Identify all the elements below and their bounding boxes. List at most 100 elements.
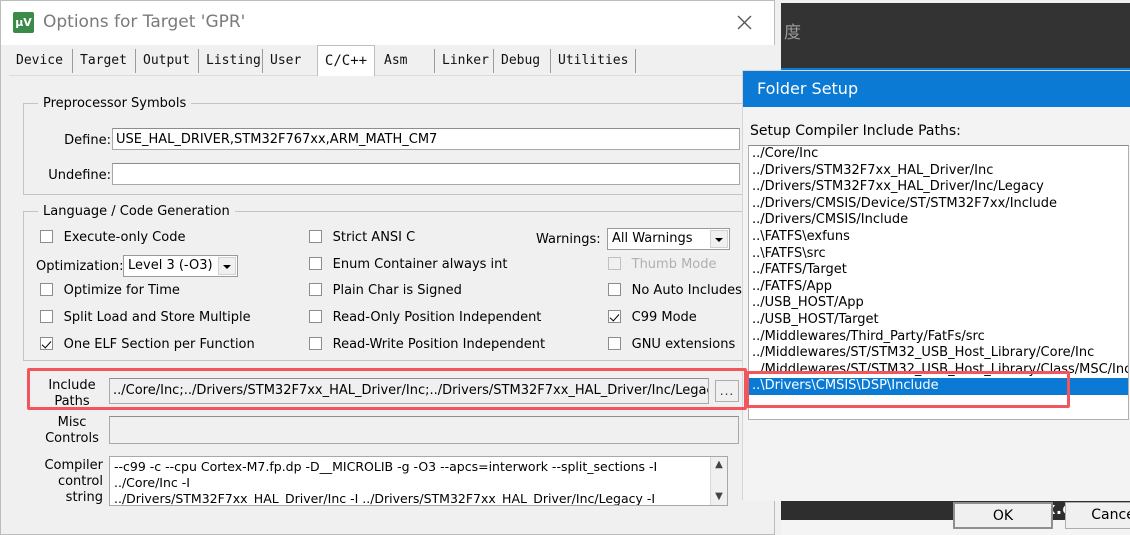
chevron-down-icon[interactable] [218,257,236,275]
checkbox-gnu-extensions[interactable]: GNU extensions [608,336,735,356]
list-item[interactable]: ../Core/Inc [749,146,1128,163]
checkbox-label: Optimize for Time [63,283,180,298]
preprocessor-symbols-legend: Preprocessor Symbols [38,96,192,111]
list-item[interactable]: ../Middlewares/Third_Party/FatFs/src [749,329,1128,346]
undefine-label: Undefine: [48,168,111,183]
list-item[interactable]: ../FATFS/Target [749,262,1128,279]
warnings-label: Warnings: [536,232,601,247]
compiler-control-string-textarea[interactable]: --c99 -c --cpu Cortex-M7.fp.dp -D__MICRO… [109,456,728,506]
tab-asm[interactable]: Asm [377,49,435,73]
list-item[interactable]: ..\FATFS\src [749,246,1128,263]
define-input[interactable]: USE_HAL_DRIVER,STM32F767xx,ARM_MATH_CM7 [112,128,740,150]
checkbox-execute-only-code[interactable]: Execute-only Code [40,229,185,249]
tab-output[interactable]: Output [136,49,199,73]
checkbox-one-elf-section-per-function[interactable]: One ELF Section per Function [40,336,255,356]
folder-setup-body: Setup Compiler Include Paths: ../Core/In… [743,107,1130,529]
warnings-select[interactable]: All Warnings [607,228,730,250]
checkbox-label: Read-Only Position Independent [332,310,542,325]
options-for-target-window: µV Options for Target 'GPR' Device Targe… [0,0,776,535]
compiler-control-string-line1: --c99 -c --cpu Cortex-M7.fp.dp -D__MICRO… [114,459,658,490]
tab-device[interactable]: Device [9,49,73,73]
checkbox-label: One ELF Section per Function [63,337,255,352]
checkbox-read-write-position-independent[interactable]: Read-Write Position Independent [309,336,545,356]
checkbox-label: Enum Container always int [332,257,508,272]
checkbox-box[interactable] [309,230,322,243]
checkbox-label: GNU extensions [631,337,736,352]
checkbox-label: Read-Write Position Independent [332,337,546,352]
include-paths-label-line2: Paths [54,394,90,409]
checkbox-box[interactable] [608,337,621,350]
checkbox-box[interactable] [608,283,621,296]
compiler-control-string-label-line2: control [57,474,103,489]
tab-underline [9,75,768,76]
chevron-down-icon[interactable] [710,230,728,248]
compiler-control-string-label-line3: string [65,490,103,505]
folder-setup-title: Folder Setup [757,79,859,98]
list-item-selected[interactable]: ..\Drivers\CMSIS\DSP\Include [749,378,1128,395]
list-item[interactable]: ../Drivers/CMSIS/Include [749,212,1128,229]
scroll-down-icon[interactable]: ▼ [711,489,727,505]
language-code-generation-legend: Language / Code Generation [38,204,235,219]
list-item[interactable]: ../Drivers/STM32F7xx_HAL_Driver/Inc [749,163,1128,180]
tab-utilities[interactable]: Utilities [551,49,636,73]
tab-user[interactable]: User [263,49,320,73]
optimization-value: Level 3 (-O3) [128,258,213,273]
checkbox-box[interactable] [40,310,53,323]
optimization-select[interactable]: Level 3 (-O3) [123,255,238,277]
checkbox-box[interactable] [309,337,322,350]
checkbox-plain-char-is-signed[interactable]: Plain Char is Signed [309,282,462,302]
list-item[interactable]: ../FATFS/App [749,279,1128,296]
checkbox-box[interactable] [608,310,621,323]
checkbox-label: Thumb Mode [631,257,717,272]
checkbox-box[interactable] [40,230,53,243]
list-item[interactable]: ..\FATFS\exfuns [749,229,1128,246]
scroll-up-icon[interactable]: ▲ [711,457,727,473]
checkbox-label: Split Load and Store Multiple [63,310,251,325]
list-item[interactable]: ../Drivers/STM32F7xx_HAL_Driver/Inc/Lega… [749,179,1128,196]
checkbox-box[interactable] [309,310,322,323]
tab-linker[interactable]: Linker [435,49,494,73]
tab-listing[interactable]: Listing [199,49,263,73]
include-paths-browse-button[interactable]: ... [715,380,739,402]
checkbox-box[interactable] [40,283,53,296]
checkbox-enum-container-always-int[interactable]: Enum Container always int [309,256,508,276]
checkbox-read-only-position-independent[interactable]: Read-Only Position Independent [309,309,541,329]
checkbox-strict-ansi-c[interactable]: Strict ANSI C [309,229,415,249]
checkbox-box[interactable] [309,283,322,296]
warnings-value: All Warnings [612,231,693,246]
checkbox-label: C99 Mode [631,310,697,325]
compiler-control-string-label-line1: Compiler [44,458,103,473]
tab-debug[interactable]: Debug [494,49,551,73]
misc-controls-input[interactable] [109,416,739,444]
compiler-control-string-scrollbar[interactable]: ▲ ▼ [710,457,727,505]
define-label: Define: [64,133,111,148]
checkbox-box[interactable] [40,337,53,350]
list-item[interactable]: ../Middlewares/ST/STM32_USB_Host_Library… [749,362,1128,379]
undefine-input[interactable] [112,163,740,185]
include-paths-label-line1: Include [48,378,96,393]
close-icon[interactable] [722,1,766,45]
background-panel-text: 度 [784,23,801,43]
checkbox-thumb-mode: Thumb Mode [608,256,717,276]
tab-target[interactable]: Target [73,49,136,73]
checkbox-split-load-store-multiple[interactable]: Split Load and Store Multiple [40,309,251,329]
compiler-control-string-line2: ../Drivers/STM32F7xx_HAL_Driver/Inc -I .… [114,491,656,506]
include-paths-listbox[interactable]: ../Core/Inc ../Drivers/STM32F7xx_HAL_Dri… [748,145,1129,420]
optimization-label: Optimization: [36,259,124,274]
window-title: Options for Target 'GPR' [43,12,246,32]
checkbox-c99-mode[interactable]: C99 Mode [608,309,697,329]
checkbox-box[interactable] [309,257,322,270]
checkbox-no-auto-includes[interactable]: No Auto Includes [608,282,742,302]
checkbox-label: Execute-only Code [63,230,186,245]
ok-button[interactable]: OK [953,502,1053,529]
checkbox-label: No Auto Includes [631,283,742,298]
list-item[interactable]: ../USB_HOST/App [749,295,1128,312]
list-item[interactable]: ../Middlewares/ST/STM32_USB_Host_Library… [749,345,1128,362]
cancel-button[interactable]: Cancel [1065,502,1130,529]
list-item[interactable]: ../USB_HOST/Target [749,312,1128,329]
tab-c-cpp[interactable]: C/C++ [317,45,375,76]
background-dark-panel [781,3,1130,68]
include-paths-input[interactable]: ../Core/Inc;../Drivers/STM32F7xx_HAL_Dri… [109,378,709,404]
checkbox-optimize-for-time[interactable]: Optimize for Time [40,282,180,302]
list-item[interactable]: ../Drivers/CMSIS/Device/ST/STM32F7xx/Inc… [749,196,1128,213]
